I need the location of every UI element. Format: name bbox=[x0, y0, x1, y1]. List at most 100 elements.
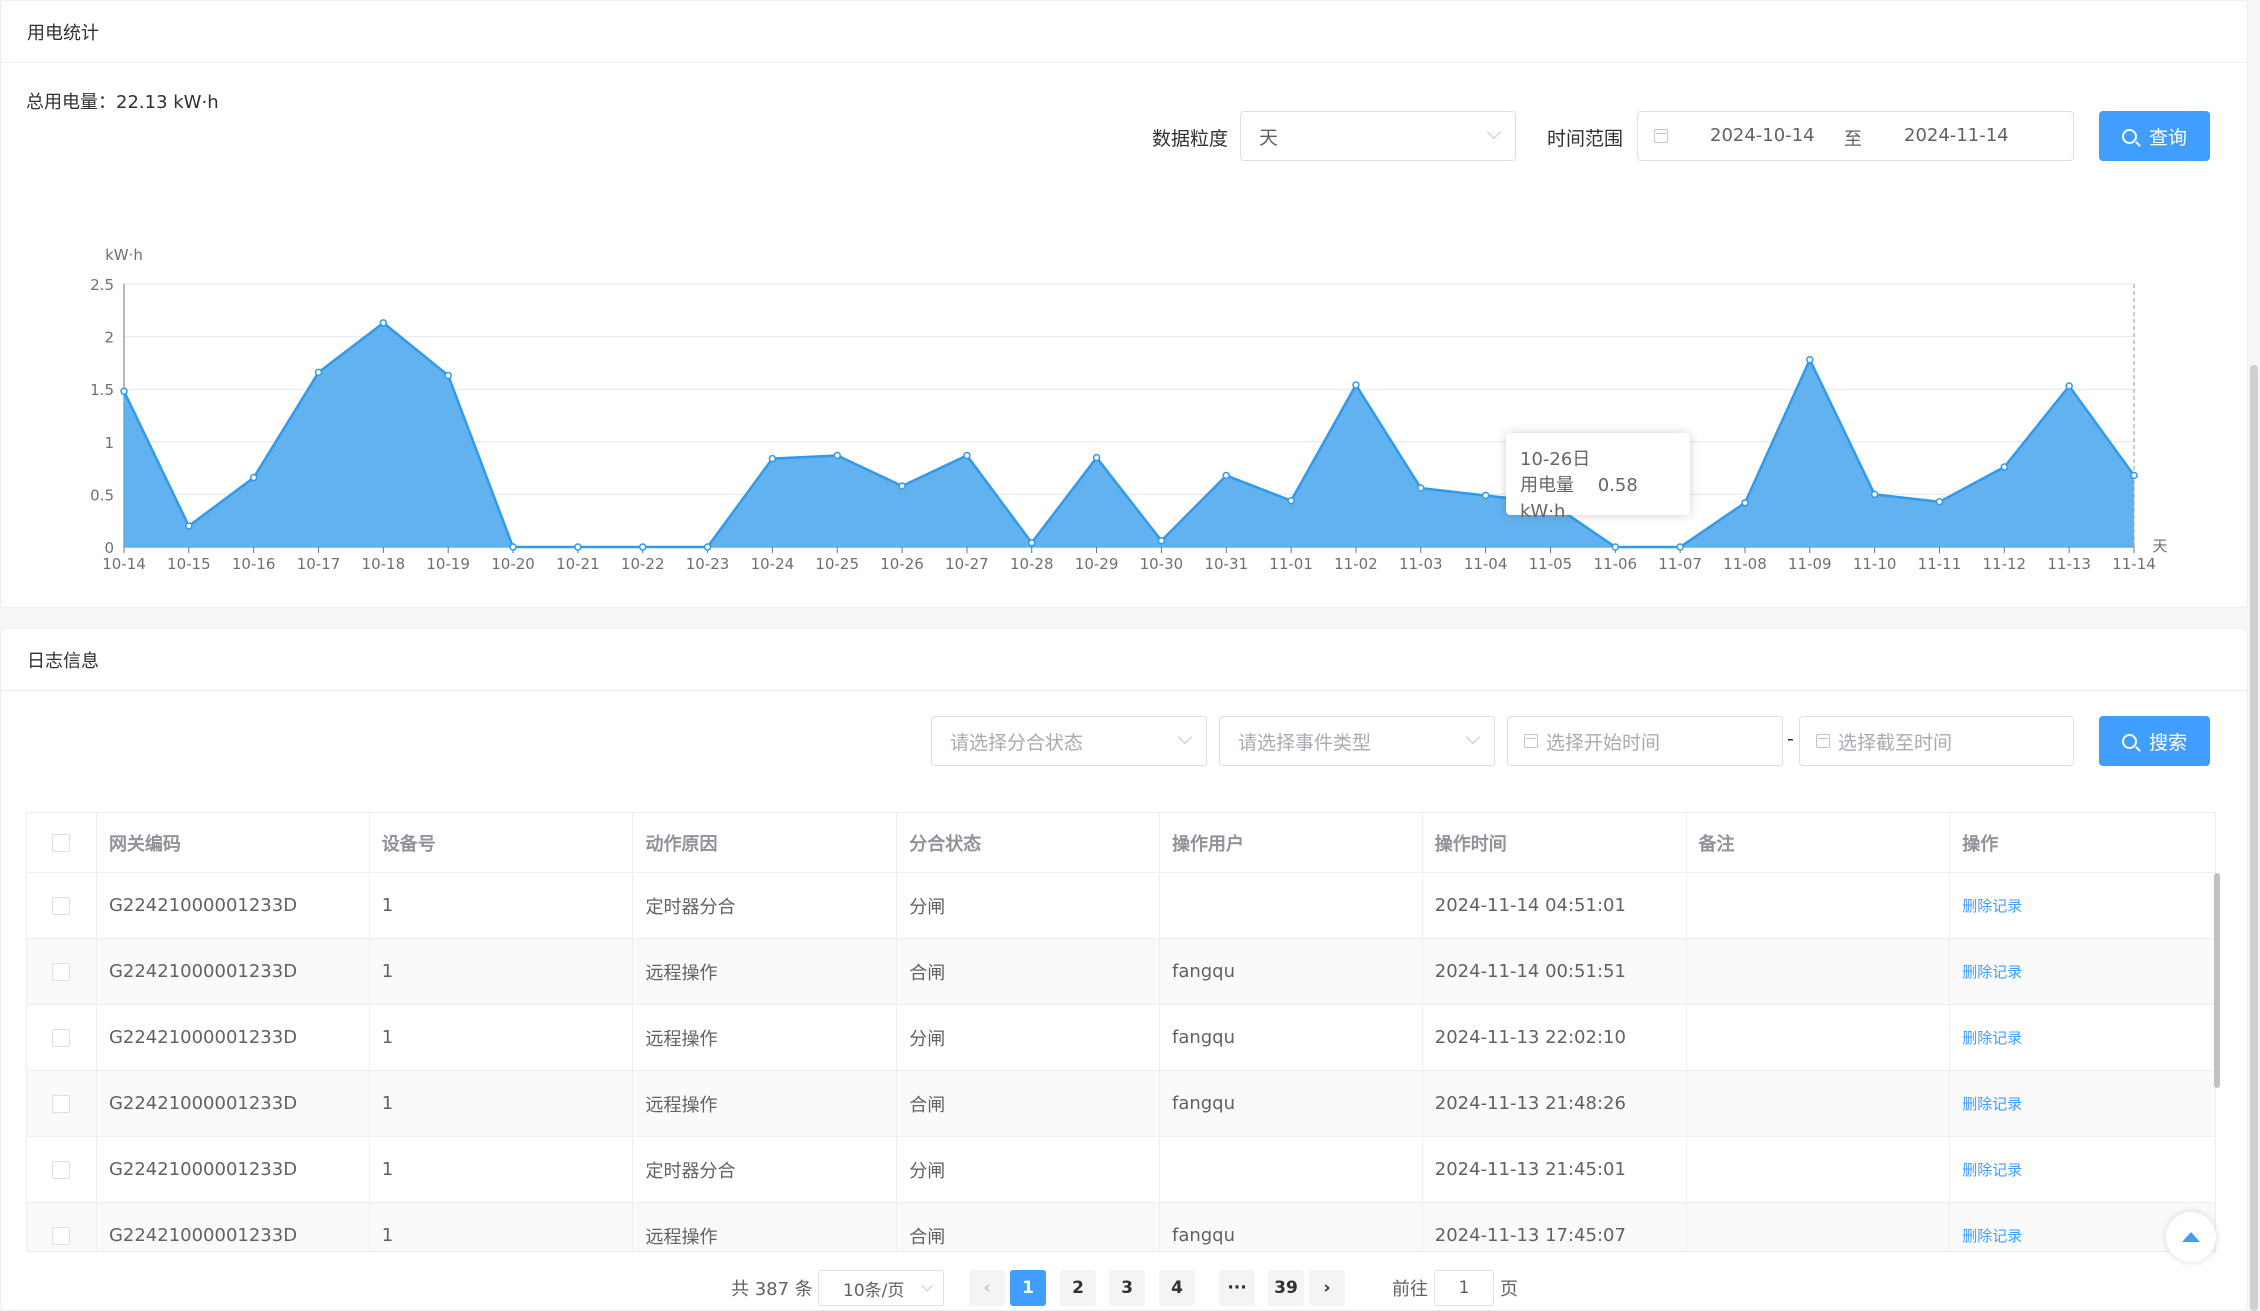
col-gateway: 网关编码 bbox=[97, 813, 370, 872]
search-button[interactable]: 搜索 bbox=[2099, 716, 2210, 766]
delete-record-link[interactable]: 删除记录 bbox=[1962, 1093, 2022, 1114]
page-button[interactable]: 3 bbox=[1109, 1270, 1145, 1306]
data-point bbox=[638, 543, 647, 551]
data-point bbox=[1287, 496, 1295, 505]
cell-time: 2024-11-13 21:45:01 bbox=[1423, 1137, 1687, 1202]
x-tick-label: 10-27 bbox=[945, 555, 989, 573]
y-tick-label: 0.5 bbox=[90, 486, 114, 504]
delete-record-link[interactable]: 删除记录 bbox=[1962, 1159, 2022, 1180]
tooltip-title: 10-26日 bbox=[1520, 449, 1591, 470]
x-tick-label: 11-13 bbox=[2047, 555, 2091, 573]
data-point bbox=[379, 319, 388, 327]
prev-page-button[interactable]: ‹ bbox=[969, 1270, 1005, 1306]
page-button[interactable]: 39 bbox=[1268, 1270, 1304, 1306]
chevron-right-icon: › bbox=[1323, 1278, 1331, 1298]
cell-device: 1 bbox=[370, 873, 634, 938]
cell-note bbox=[1687, 1203, 1951, 1251]
x-tick-label: 10-15 bbox=[167, 555, 211, 573]
x-tick-label: 11-10 bbox=[1853, 555, 1897, 573]
cell-user: fangqu bbox=[1160, 939, 1423, 1004]
x-tick-label: 11-08 bbox=[1723, 555, 1767, 573]
cell-note bbox=[1687, 1137, 1951, 1202]
row-checkbox[interactable] bbox=[52, 1160, 71, 1179]
data-point bbox=[1417, 484, 1425, 492]
x-tick-label: 10-22 bbox=[621, 555, 665, 573]
cell-time: 2024-11-14 00:51:51 bbox=[1423, 939, 1687, 1004]
col-user: 操作用户 bbox=[1160, 813, 1423, 872]
x-tick-label: 11-05 bbox=[1529, 555, 1573, 573]
arrow-up-icon bbox=[2182, 1232, 2200, 1242]
start-time-picker[interactable]: 选择开始时间 bbox=[1507, 716, 1783, 766]
y-tick-label: 2 bbox=[104, 329, 114, 347]
cell-state: 分闸 bbox=[897, 1137, 1160, 1202]
event-type-select[interactable]: 请选择事件类型 bbox=[1219, 716, 1495, 766]
page-size-select[interactable]: 10条/页 bbox=[818, 1270, 944, 1306]
status-select[interactable]: 请选择分合状态 bbox=[931, 716, 1207, 766]
x-tick-label: 10-30 bbox=[1140, 555, 1184, 573]
row-checkbox[interactable] bbox=[52, 1028, 71, 1047]
col-note: 备注 bbox=[1687, 813, 1951, 872]
page-button[interactable]: 4 bbox=[1159, 1270, 1195, 1306]
table-row: G22421000001233D 1 远程操作 合闸 fangqu 2024-11-13 … bbox=[27, 1203, 2215, 1251]
status-placeholder: 请选择分合状态 bbox=[950, 731, 1084, 754]
cell-user: fangqu bbox=[1160, 1203, 1423, 1251]
data-point bbox=[1027, 539, 1036, 547]
row-checkbox[interactable] bbox=[52, 1094, 71, 1113]
event-placeholder: 请选择事件类型 bbox=[1238, 731, 1372, 754]
table-row: G22421000001233D 1 远程操作 合闸 fangqu 2024-11-13 … bbox=[27, 1071, 2215, 1137]
data-point bbox=[1741, 499, 1749, 507]
goto-page-input[interactable]: 1 bbox=[1434, 1270, 1494, 1306]
delete-record-link[interactable]: 删除记录 bbox=[1962, 1225, 2022, 1246]
cell-note bbox=[1687, 1071, 1951, 1136]
row-checkbox[interactable] bbox=[52, 962, 71, 981]
row-checkbox[interactable] bbox=[52, 896, 71, 915]
data-point bbox=[444, 371, 452, 380]
page-scrollbar[interactable] bbox=[2250, 365, 2258, 1311]
x-tick-label: 11-09 bbox=[1788, 555, 1832, 573]
end-time-picker[interactable]: 选择截至时间 bbox=[1799, 716, 2074, 766]
data-point bbox=[1611, 543, 1620, 551]
cell-gateway: G22421000001233D bbox=[97, 873, 370, 938]
delete-record-link[interactable]: 删除记录 bbox=[1962, 895, 2022, 916]
page-ellipsis[interactable]: ··· bbox=[1219, 1270, 1255, 1306]
table-scrollbar[interactable] bbox=[2214, 873, 2220, 1088]
goto-label: 前往 bbox=[1392, 1279, 1428, 1300]
cell-reason: 远程操作 bbox=[633, 1203, 898, 1251]
data-point bbox=[509, 543, 517, 551]
data-point bbox=[120, 387, 128, 396]
x-tick-label: 11-01 bbox=[1269, 555, 1313, 573]
cell-reason: 远程操作 bbox=[633, 939, 898, 1004]
cell-device: 1 bbox=[370, 1203, 634, 1251]
back-to-top-button[interactable] bbox=[2166, 1212, 2216, 1262]
data-point bbox=[2065, 382, 2073, 390]
table-row: G22421000001233D 1 定时器分合 分闸 2024-11-14 04:51… bbox=[27, 873, 2215, 939]
data-point bbox=[2000, 463, 2009, 471]
tooltip-series: 用电量 bbox=[1520, 475, 1574, 496]
col-action: 操作 bbox=[1962, 833, 1999, 855]
page-button[interactable]: 2 bbox=[1060, 1270, 1096, 1306]
data-point bbox=[314, 368, 323, 377]
log-table: 网关编码 设备号 动作原因 分合状态 操作用户 操作时间 备注 操作 G2242… bbox=[26, 812, 2216, 1252]
y-axis-label: kW·h bbox=[105, 246, 143, 264]
time-range-dash: - bbox=[1787, 728, 1794, 750]
row-checkbox[interactable] bbox=[52, 1226, 71, 1245]
chart-tooltip: 10-26日 用电量 0.58 kW·h bbox=[1506, 433, 1690, 522]
cell-user: fangqu bbox=[1160, 1071, 1423, 1136]
page-button[interactable]: 1 bbox=[1010, 1270, 1046, 1306]
delete-record-link[interactable]: 删除记录 bbox=[1962, 961, 2022, 982]
x-tick-label: 11-07 bbox=[1658, 555, 1702, 573]
y-tick-label: 1 bbox=[104, 434, 114, 452]
x-tick-label: 10-17 bbox=[297, 555, 341, 573]
x-tick-label: 10-14 bbox=[102, 555, 146, 573]
x-tick-label: 10-16 bbox=[232, 555, 276, 573]
data-point bbox=[1222, 471, 1231, 480]
data-point bbox=[1481, 491, 1490, 500]
next-page-button[interactable]: › bbox=[1309, 1270, 1345, 1306]
x-tick-label: 10-29 bbox=[1075, 555, 1119, 573]
power-area-chart: 00.511.522.5kW·h天10-14 10-15 10-16 10-17 10-… bbox=[90, 246, 2167, 573]
cell-gateway: G22421000001233D bbox=[97, 1005, 370, 1070]
table-row: G22421000001233D 1 远程操作 合闸 fangqu 2024-11-14 … bbox=[27, 939, 2215, 1005]
cell-state: 合闸 bbox=[897, 1203, 1160, 1251]
select-all-checkbox[interactable] bbox=[52, 833, 71, 852]
delete-record-link[interactable]: 删除记录 bbox=[1962, 1027, 2022, 1048]
